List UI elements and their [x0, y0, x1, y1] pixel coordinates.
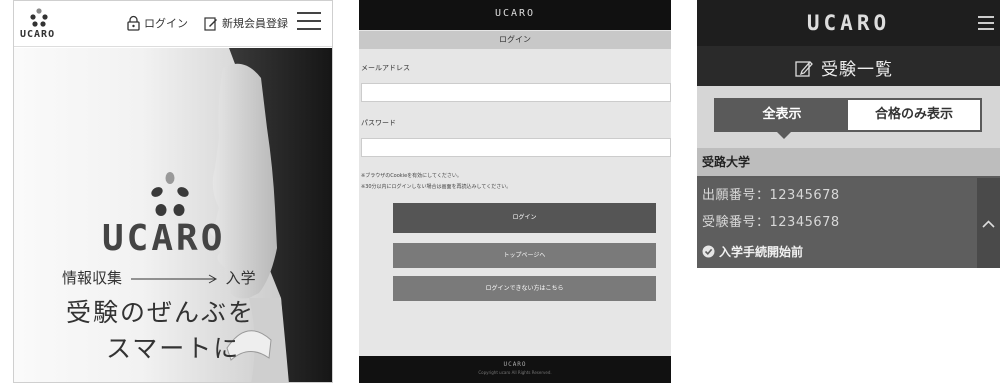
login-link[interactable]: ログイン	[127, 15, 188, 31]
lock-icon	[127, 15, 140, 31]
tagline: 情報収集 入学	[62, 267, 256, 288]
exam-number: 受験番号：12345678	[702, 215, 840, 230]
login-help-button[interactable]: ログインできない方はこちら	[393, 276, 656, 301]
login-header-bar: UCARO	[359, 0, 671, 30]
hero-brand: UCARO	[102, 218, 226, 259]
edit-icon	[795, 60, 813, 77]
page-title: 受験一覧	[795, 55, 893, 80]
status-text: 入学手続開始前	[719, 245, 804, 259]
landing-screen: UCARO ログイン 新規会員登録 UCARO 情報収集 入学 受験のぜんぶを …	[13, 0, 333, 383]
edit-icon	[204, 16, 217, 31]
login-screen: UCARO ログイン メールアドレス パスワード ※ブラウザのCookieを有効…	[359, 0, 671, 383]
exam-list-screen: UCARO 受験一覧 全表示 合格のみ表示 受路大学 出願番号：12345678…	[697, 0, 1000, 268]
top-page-button[interactable]: トップページへ	[393, 243, 656, 268]
hamburger-menu-icon[interactable]	[978, 16, 994, 30]
tagline-start: 情報収集	[62, 269, 123, 287]
login-page-title: ログイン	[359, 31, 671, 49]
login-button[interactable]: ログイン	[393, 203, 656, 233]
login-header-logo[interactable]: UCARO	[359, 8, 671, 19]
footer-copyright: Copyright ucaro All Rights Reserved.	[478, 370, 552, 375]
exam-detail-card: 出願番号：12345678 受験番号：12345678 入学手続開始前	[697, 178, 1000, 268]
landing-header: UCARO ログイン 新規会員登録	[14, 1, 332, 47]
password-field[interactable]	[361, 138, 671, 157]
headline-line2: スマートに	[106, 334, 241, 363]
university-name: 受路大学	[697, 148, 1000, 176]
filter-tabs: 全表示 合格のみ表示	[714, 98, 982, 139]
application-number: 出願番号：12345678	[702, 188, 840, 203]
chevron-up-icon	[982, 220, 995, 228]
arrow-right-icon	[130, 274, 217, 283]
login-footer: UCARO Copyright ucaro All Rights Reserve…	[359, 356, 671, 383]
landing-logo-text[interactable]: UCARO	[20, 29, 55, 40]
tab-show-all[interactable]: 全表示	[716, 100, 848, 139]
register-link[interactable]: 新規会員登録	[204, 15, 288, 31]
timeout-note: ※30分以内にログインしない場合は画面を再読込みしてください。	[361, 184, 512, 190]
hero-section: UCARO 情報収集 入学 受験のぜんぶを スマートに	[14, 48, 332, 382]
exam-title-bar: 受験一覧	[697, 46, 1000, 86]
hamburger-menu-icon[interactable]	[297, 12, 321, 32]
status-badge: 入学手続開始前	[702, 243, 803, 260]
page-title-text: 受験一覧	[821, 60, 893, 80]
collapse-toggle[interactable]	[977, 178, 1000, 268]
register-link-label: 新規会員登録	[222, 17, 288, 30]
email-label: メールアドレス	[361, 64, 410, 72]
email-field[interactable]	[361, 83, 671, 102]
tab-show-passed[interactable]: 合格のみ表示	[848, 100, 980, 130]
login-link-label: ログイン	[144, 17, 188, 30]
check-circle-icon	[702, 245, 715, 258]
exam-header-bar: UCARO	[697, 0, 1000, 46]
cookie-note: ※ブラウザのCookieを有効にしてください。	[361, 173, 462, 179]
ucaro-mark-icon	[151, 172, 189, 216]
filter-tabs-area: 全表示 合格のみ表示	[697, 86, 1000, 148]
headline-line1: 受験のぜんぶを	[66, 298, 256, 327]
footer-logo: UCARO	[503, 361, 527, 368]
password-label: パスワード	[361, 119, 396, 127]
exam-header-logo[interactable]: UCARO	[697, 11, 1000, 35]
tagline-end: 入学	[225, 269, 256, 287]
